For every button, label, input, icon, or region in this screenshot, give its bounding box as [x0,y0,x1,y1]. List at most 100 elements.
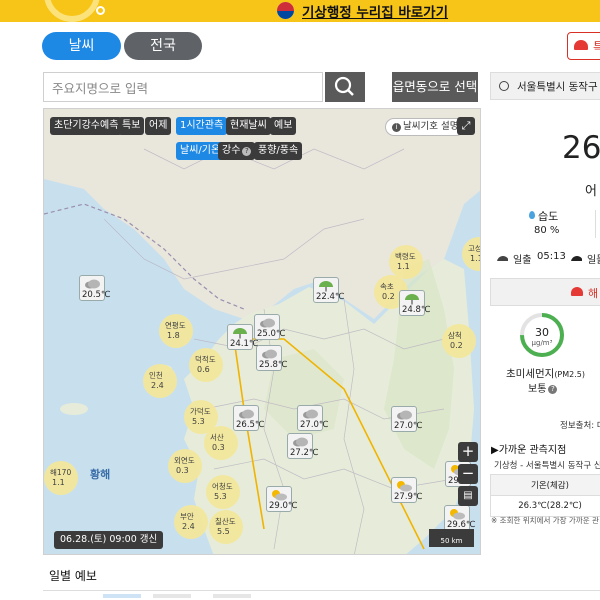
info-icon: i [392,123,401,132]
weather-station-marker[interactable]: 27.0℃ [297,405,328,431]
weather-map[interactable]: 초단기강수예측 특보 어제 1시간관측 현재날씨 예보 i 날씨기호 설명 ⤢ 날… [43,108,481,555]
select-district-button[interactable]: 읍면동으로 선택 [392,72,478,102]
wind-station-name: 어청도 [212,482,233,491]
daily-forecast-title: 일별 예보 [49,569,97,583]
wind-bubble[interactable]: 덕적도 0.6 [189,348,223,382]
umbrella-icon [405,294,419,305]
map-subchip-weather-temp[interactable]: 날씨/기온 [176,142,225,160]
wind-bubble[interactable]: 인천 2.4 [143,364,177,398]
zoom-in-button[interactable]: + [458,442,478,462]
weather-station-marker[interactable]: 25.8℃ [256,345,287,371]
zoom-out-button[interactable]: − [458,464,478,484]
wind-bubble[interactable]: 칠산도 5.5 [209,510,243,544]
table-cell: 26.3℃(28.2℃) [490,495,600,517]
weather-station-marker[interactable]: 29.6℃ [444,505,475,531]
wind-bubble[interactable]: 연평도 1.8 [159,314,193,348]
help-icon[interactable]: ? [548,385,558,394]
wind-bubble[interactable]: 해170 1.1 [44,461,78,495]
wind-bubble[interactable]: 부안 2.4 [174,505,208,539]
wind-speed-value: 5.5 [217,527,230,536]
wind-station-name: 서산 [210,433,224,442]
weather-station-marker[interactable]: 27.2℃ [287,433,318,459]
wind-station-name: 속초 [380,282,394,291]
pm-grade-text: 보통 [528,384,547,395]
wind-speed-value: 1.1 [397,262,410,271]
weather-station-marker[interactable]: 20.5℃ [79,275,110,301]
tab-weather[interactable]: 날씨 [42,32,121,60]
current-temperature: 26 [562,130,600,166]
station-temperature: 25.8℃ [259,360,288,370]
weather-alert-button[interactable]: 특 [567,32,600,60]
nearest-station-title: ▶가까운 관측지점 [491,445,567,456]
partly-cloudy-icon [450,509,465,520]
wind-bubble[interactable]: 외연도 0.3 [168,449,202,483]
weather-station-marker[interactable]: 27.0℃ [391,406,422,432]
location-bar[interactable]: 서울특별시 동작구 신 [490,72,600,100]
layer-toggle-icon[interactable]: ▤ [458,486,478,506]
alert-box[interactable]: 해 [490,278,600,306]
search-button[interactable] [325,72,365,102]
station-temperature: 27.2℃ [290,448,319,458]
sun-decoration [44,0,100,22]
humidity-value: 80 % [534,225,560,236]
station-temperature: 27.0℃ [300,420,329,430]
sunset-icon [571,256,582,261]
cloud-icon [260,318,275,328]
station-temperature: 24.8℃ [402,305,431,315]
weather-symbol-help-button[interactable]: i 날씨기호 설명 [385,118,466,136]
search-icon [334,76,354,96]
wind-speed-value: 0.3 [212,443,225,452]
kma-admin-link[interactable]: 기상행정 누리집 바로가기 [302,1,448,21]
map-toolbar-chip[interactable]: 예보 [270,117,297,135]
nearest-station-name: 기상청 - 서울특별시 동작구 신대 [494,461,600,471]
weather-station-marker[interactable]: 29.0℃ [266,486,297,512]
wind-speed-value: 0.6 [197,365,210,374]
wind-bubble[interactable]: 서산 0.3 [204,426,238,460]
map-subchip-precip[interactable]: 강수? [218,142,256,160]
pm-label: 초미세먼지(PM2.5) [506,366,585,381]
pm-label-suffix: (PM2.5) [554,370,586,379]
wind-speed-value: 2.4 [151,381,164,390]
weather-station-marker[interactable]: 22.4℃ [313,277,344,303]
map-toolbar-chip[interactable]: 초단기강수예측 [50,117,123,135]
weather-condition: 어 [585,184,597,199]
sunrise-label: 일출 [513,255,532,266]
map-scale: 50 km [429,529,474,547]
sunrise-time: 05:13 [537,251,566,262]
tab-nationwide[interactable]: 전국 [124,32,202,60]
table-header: 기온(체감) [490,474,600,496]
weather-station-marker[interactable]: 24.1℃ [227,324,258,350]
map-subchip-wind[interactable]: 풍향/풍속 [254,142,303,160]
weather-station-marker[interactable]: 27.9℃ [391,477,422,503]
wind-station-name: 삼척 [448,331,462,340]
weather-station-marker[interactable]: 25.0℃ [254,314,285,340]
cloud-icon [85,279,100,289]
station-temperature: 22.4℃ [316,292,345,302]
weather-station-marker[interactable]: 24.8℃ [399,290,430,316]
siren-icon [574,40,588,50]
expand-icon[interactable]: ⤢ [457,117,475,135]
search-input[interactable] [44,73,314,103]
cloud-icon [239,409,254,419]
top-banner: 기상행정 누리집 바로가기 [0,0,600,22]
wind-station-name: 가덕도 [190,407,211,416]
map-toolbar-chip[interactable]: 특보 [118,117,145,135]
map-toolbar-chip[interactable]: 현재날씨 [226,117,271,135]
location-target-icon [499,81,509,91]
wind-bubble[interactable]: 삼척 0.2 [442,324,476,358]
map-toolbar-chip-active[interactable]: 1시간관측 [176,117,228,135]
wind-bubble[interactable]: 어청도 5.3 [206,475,240,509]
umbrella-icon [233,328,247,339]
daily-forecast-tabs[interactable] [43,594,600,600]
wind-bubble[interactable]: 백령도 1.1 [389,245,423,279]
humidity-label: 습도 [538,210,559,223]
pm-label-text: 초미세먼지 [506,368,555,380]
alert-text: 해 [588,287,599,300]
cloud-icon [397,410,412,420]
search-field[interactable] [43,72,323,103]
station-temperature: 26.5℃ [236,420,265,430]
wind-station-name: 부안 [180,512,194,521]
weather-station-marker[interactable]: 26.5℃ [233,405,264,431]
pm-unit: μg/m³ [531,339,553,347]
map-toolbar-chip[interactable]: 어제 [145,117,172,135]
